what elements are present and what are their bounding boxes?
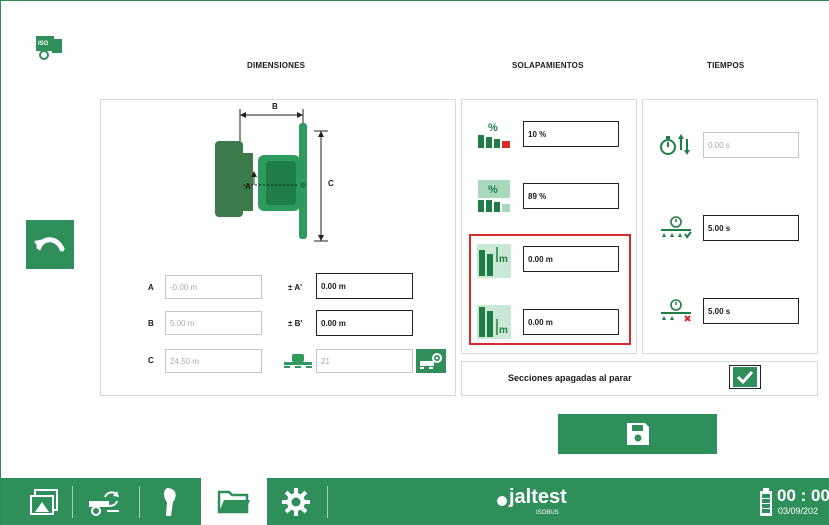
field-b: 5.00 m [165,311,262,335]
header-dimensiones: DIMENSIONES [247,61,306,70]
label-a-prime: ± A' [288,283,302,292]
taskbar-settings-button[interactable] [273,478,319,525]
iso-logo-text: ISO [38,41,49,47]
joystick-icon [164,488,176,516]
overlap-start-icon: % [477,119,511,149]
overlap-end-icon: % [477,179,511,213]
brand-name: jaltest [509,486,567,508]
taskbar-map-button[interactable] [21,478,67,525]
label-b-prime: ± B' [288,319,303,328]
label-b: B [148,319,154,328]
back-button[interactable] [26,220,74,269]
battery-icon [760,488,772,516]
sections-icon [283,352,313,370]
taskbar-folder-button[interactable] [201,478,267,525]
save-icon [626,423,649,445]
overlap-end-percent: % [488,184,498,196]
taskbar-implement-button[interactable] [81,478,127,525]
brand-mark-icon [497,496,507,506]
distance-off-icon: m [477,305,511,339]
field-sections: 21 [316,349,413,373]
save-button[interactable] [558,414,717,454]
label-a: A [148,283,154,292]
back-arrow-icon [34,236,65,251]
brand-logo: jaltest ISOBUS [496,486,596,520]
distance-on-icon: m [477,244,511,278]
label-c: C [148,356,154,365]
timer-off-icon [659,297,693,323]
overlap-start-percent: % [488,122,498,134]
clock-time: 00 : 00 [777,486,829,505]
distance-on-unit: m [499,254,508,265]
brand-subtitle: ISOBUS [536,510,559,516]
field-b-prime[interactable]: 0.00 m [316,310,413,336]
timer-on-icon [659,214,693,240]
field-time-off[interactable]: 5.00 s [703,298,799,324]
field-distance-off[interactable]: 0.00 m [523,309,619,335]
diagram-label-b: B [272,102,278,111]
app-window: ISO DIMENSIONES SOLAPAMIENTOS TIEMPOS B … [0,0,829,525]
isobus-implement-icon: ISO [35,35,63,61]
field-c: 24.50 m [165,349,262,373]
sections-off-checkbox[interactable] [729,365,761,389]
field-distance-on[interactable]: 0.00 m [523,246,619,272]
field-time-on[interactable]: 5.00 s [703,215,799,241]
implement-sync-icon [89,491,119,516]
folder-icon [217,490,250,514]
clock-date: 03/09/202 [778,506,819,516]
taskbar-joystick-button[interactable] [148,478,194,525]
checkmark-icon [733,367,757,387]
gear-icon [282,488,310,516]
sections-gear-icon [420,353,442,369]
header-solapamientos: SOLAPAMIENTOS [512,61,584,70]
distance-off-unit: m [499,325,508,336]
field-a: -0.00 m [165,275,262,299]
diagram-label-c: C [328,179,334,188]
taskbar: jaltest ISOBUS 00 : 00 03/09/202 [1,478,829,525]
machine-dimensions-diagram [206,101,351,246]
sections-off-label: Secciones apagadas al parar [508,373,632,383]
field-overlap-start[interactable]: 10 % [523,121,619,147]
timer-icon [659,133,691,157]
sections-config-button[interactable] [416,349,446,373]
field-overlap-end[interactable]: 89 % [523,183,619,209]
header-tiempos: TIEMPOS [707,61,745,70]
map-icon [30,489,58,515]
diagram-label-a: A [245,182,251,191]
field-a-prime[interactable]: 0.00 m [316,273,413,299]
field-time-delay: 0.00 s [703,132,799,158]
